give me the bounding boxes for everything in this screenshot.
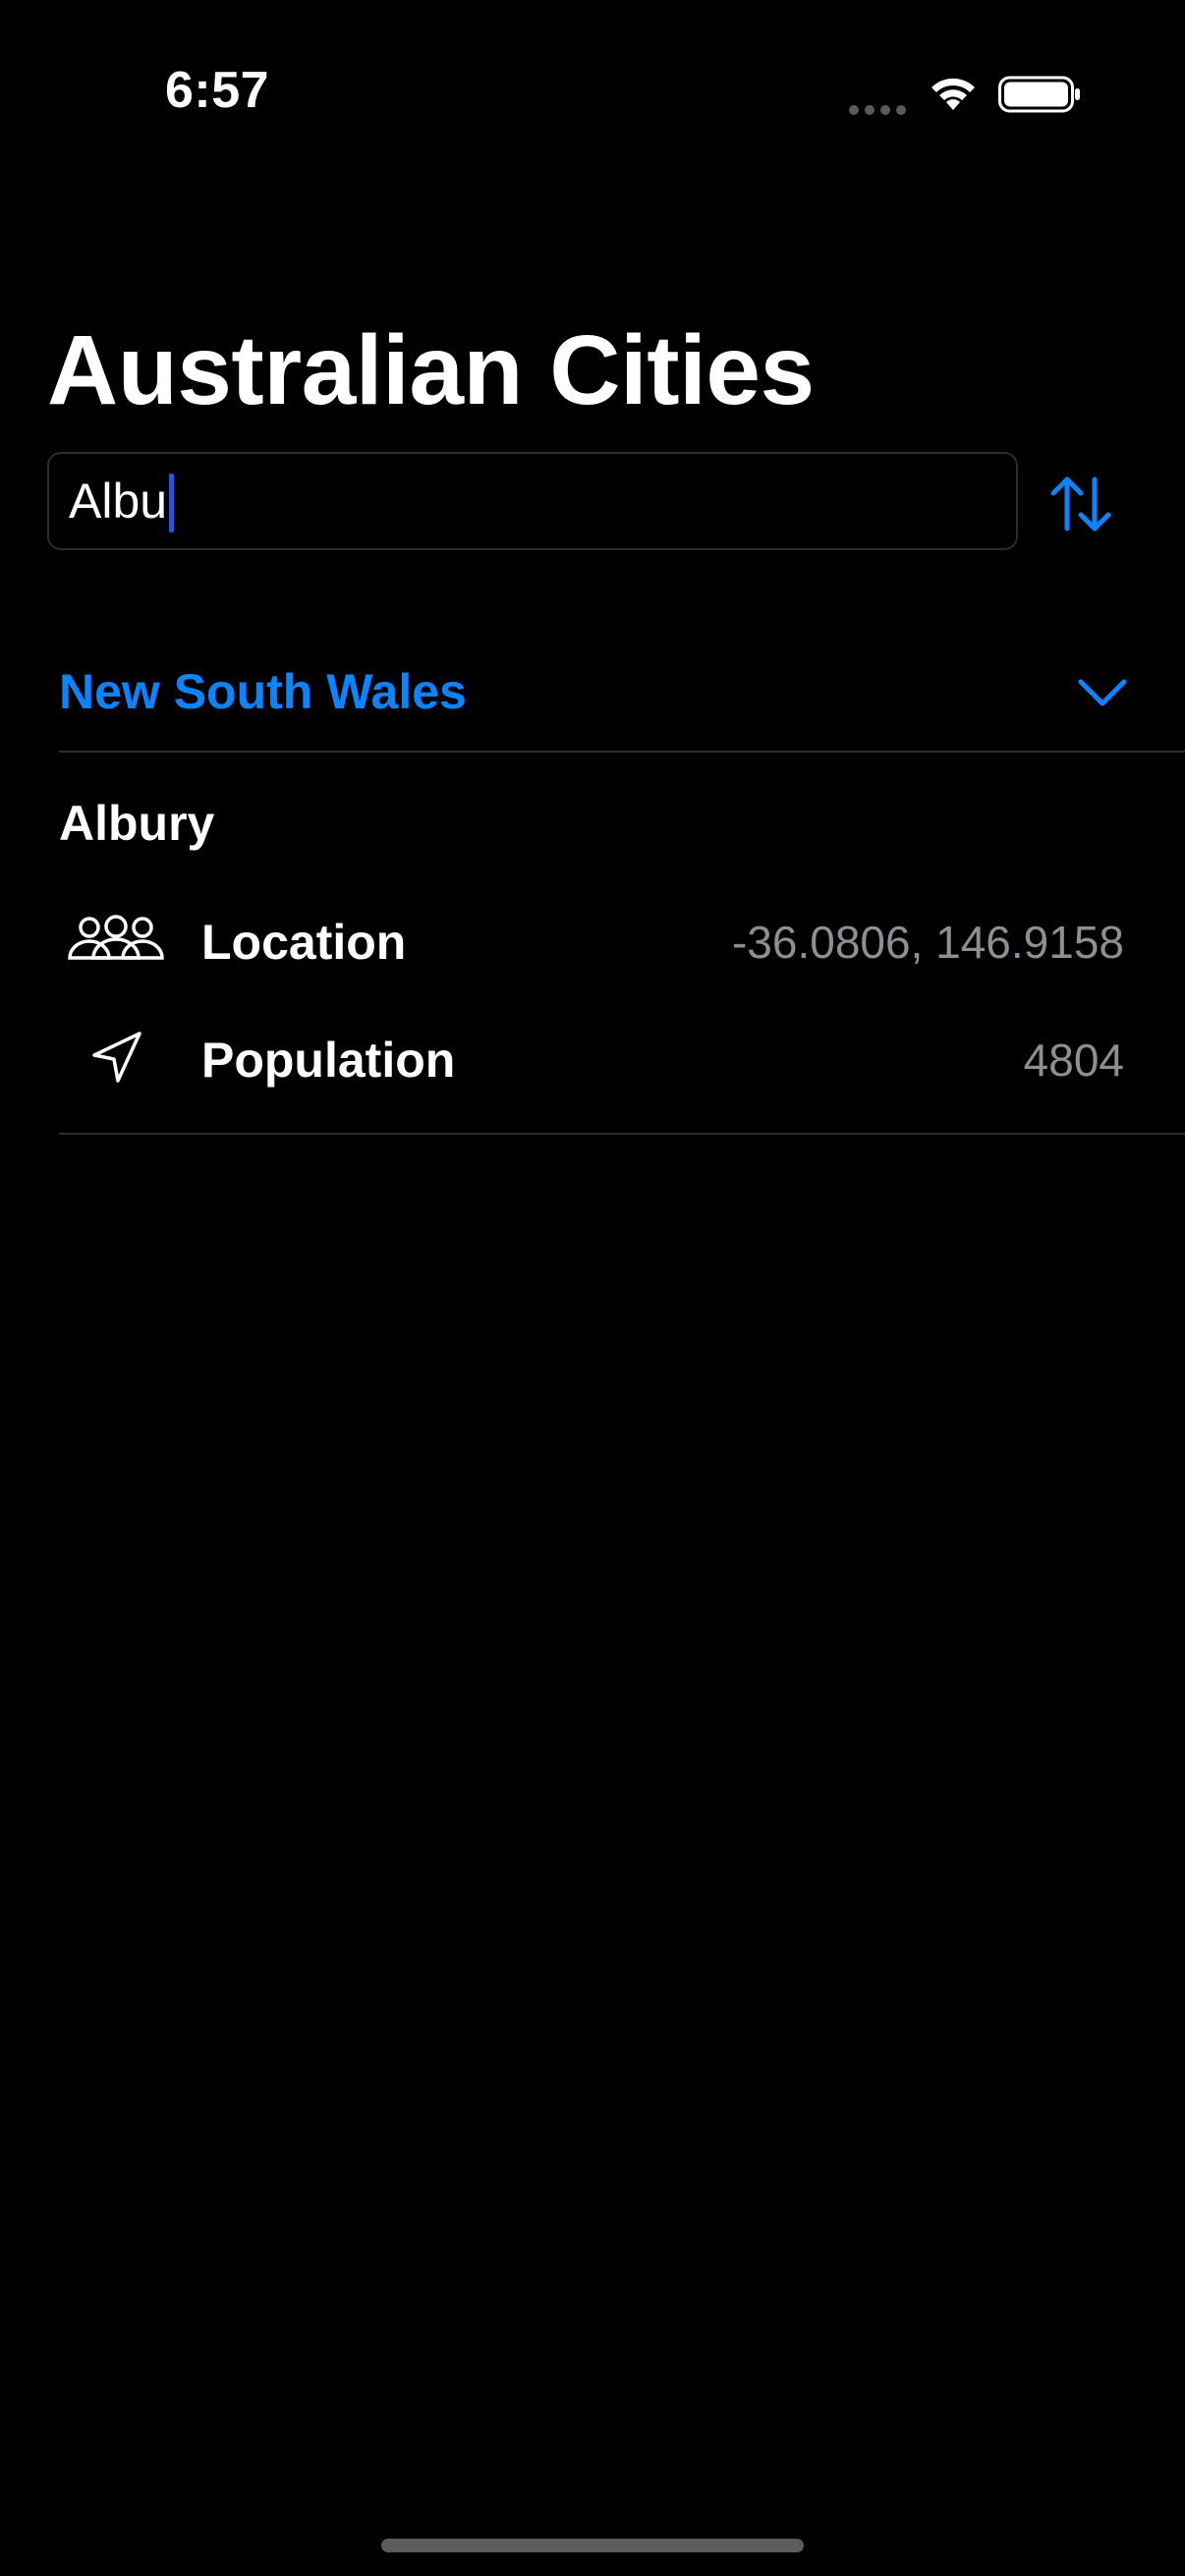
page-title: Australian Cities xyxy=(47,315,815,425)
list-divider xyxy=(59,1133,1185,1135)
wifi-icon xyxy=(931,78,975,110)
sort-button[interactable] xyxy=(1045,468,1116,538)
section-divider xyxy=(59,751,1185,753)
detail-row-location: Location -36.0806, 146.9158 xyxy=(59,898,1126,986)
home-indicator[interactable] xyxy=(381,2539,804,2552)
row-label-location: Location xyxy=(201,915,407,970)
location-arrow-icon xyxy=(92,1032,141,1083)
detail-row-population: Population 4804 xyxy=(59,1016,1126,1104)
row-value-population: 4804 xyxy=(1023,1035,1124,1086)
section-header-new-south-wales[interactable]: New South Wales xyxy=(59,641,1185,751)
chevron-down-icon xyxy=(1078,679,1127,706)
battery-icon xyxy=(998,76,1080,113)
people-icon xyxy=(68,915,164,960)
city-name: Albury xyxy=(59,796,215,851)
row-value-location: -36.0806, 146.9158 xyxy=(731,917,1124,968)
search-field[interactable] xyxy=(47,452,1018,550)
status-time: 6:57 xyxy=(165,62,270,119)
text-cursor xyxy=(169,474,174,532)
search-input[interactable] xyxy=(69,454,992,548)
cellular-signal-icon xyxy=(849,105,906,115)
row-label-population: Population xyxy=(201,1033,456,1088)
section-title: New South Wales xyxy=(59,664,467,719)
